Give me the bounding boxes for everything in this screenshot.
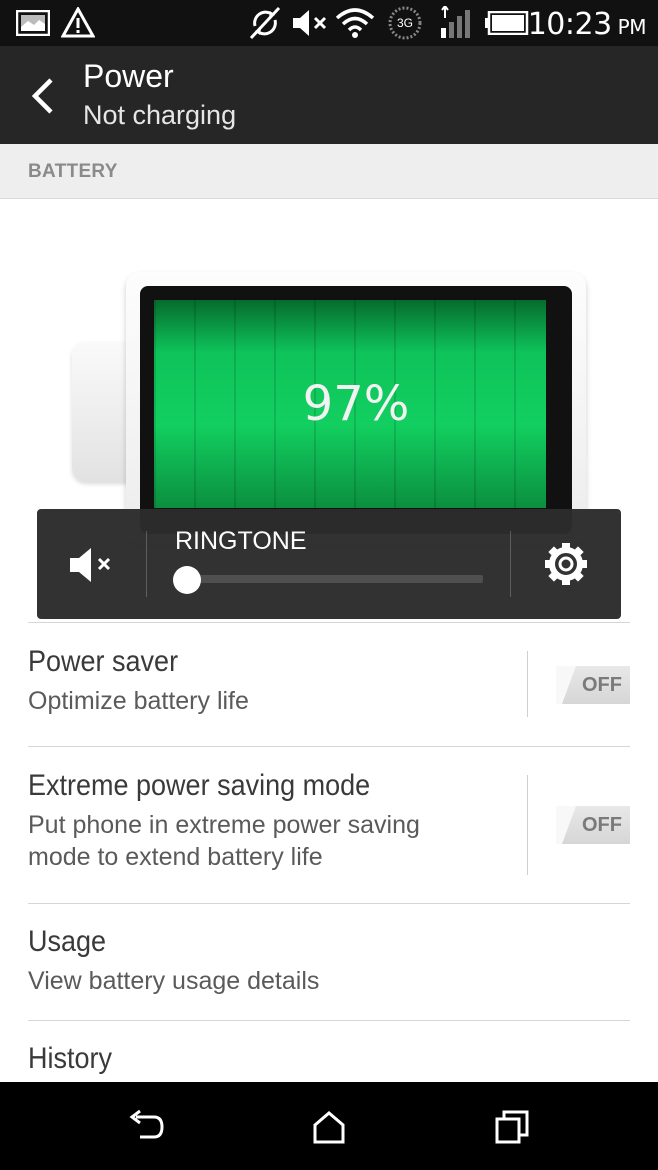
page-title: Power <box>83 58 174 94</box>
gear-icon <box>545 543 587 585</box>
nav-recents-button[interactable] <box>482 1102 542 1152</box>
list-divider <box>28 1020 630 1021</box>
extreme-power-saving-toggle[interactable]: OFF <box>556 806 630 844</box>
status-bar: 3G 10:23 PM <box>0 0 658 46</box>
ringtone-volume-panel: RINGTONE <box>37 509 621 619</box>
action-bar: Power Not charging <box>0 46 658 144</box>
setting-title: Extreme power saving mode <box>28 769 371 802</box>
ringtone-slider-thumb[interactable] <box>173 566 201 594</box>
signal-icon <box>438 6 476 40</box>
battery-percent: 97% <box>302 376 410 432</box>
setting-title: History <box>28 1042 113 1075</box>
mute-icon <box>70 548 111 582</box>
setting-subtitle: Optimize battery life <box>28 687 249 715</box>
section-header: BATTERY <box>0 144 658 199</box>
toggle-divider <box>527 651 528 717</box>
back-icon <box>129 1109 164 1139</box>
setting-title: Usage <box>28 925 107 958</box>
navigation-bar <box>0 1082 658 1170</box>
time-value: 10:23 <box>527 6 612 42</box>
page-subtitle: Not charging <box>83 100 237 130</box>
time-ampm: PM <box>617 15 647 39</box>
ringtone-volume-slider[interactable] <box>187 575 483 583</box>
mute-icon <box>290 6 330 40</box>
list-divider <box>28 746 630 747</box>
power-saver-toggle[interactable]: OFF <box>556 666 630 704</box>
nav-back-button[interactable] <box>116 1102 176 1152</box>
section-header-label: BATTERY <box>28 161 118 182</box>
setting-usage[interactable]: Usage View battery usage details <box>28 925 630 997</box>
setting-subtitle: Put phone in extreme power saving mode t… <box>28 811 420 871</box>
ringtone-settings-button[interactable] <box>541 541 591 587</box>
network-label: 3G <box>396 16 413 30</box>
status-time: 10:23 PM <box>527 4 647 44</box>
setting-title: Power saver <box>28 645 179 678</box>
setting-history[interactable]: History <box>28 1042 630 1076</box>
setting-power-saver[interactable]: Power saver Optimize battery life <box>28 645 630 717</box>
warning-icon <box>60 6 96 40</box>
sync-off-icon <box>246 6 284 40</box>
ringtone-label: RINGTONE <box>175 527 307 555</box>
battery-icon <box>484 6 530 40</box>
battery-screen: 97% <box>140 286 572 534</box>
toggle-label: OFF <box>582 814 622 836</box>
setting-extreme-power-saving[interactable]: Extreme power saving mode Put phone in e… <box>28 769 630 873</box>
gallery-icon <box>14 6 52 40</box>
back-arrow-icon <box>31 78 53 114</box>
network-3g-icon: 3G <box>386 6 424 40</box>
back-button[interactable] <box>18 68 66 124</box>
setting-subtitle: View battery usage details <box>28 967 320 995</box>
toggle-divider <box>527 775 528 875</box>
list-divider <box>28 622 630 623</box>
ringtone-divider <box>146 531 147 597</box>
home-icon <box>313 1111 345 1144</box>
wifi-icon <box>334 6 376 40</box>
toggle-label: OFF <box>582 674 622 696</box>
recents-icon <box>495 1110 529 1144</box>
list-divider <box>28 903 630 904</box>
ringtone-mute-button[interactable] <box>67 545 117 585</box>
nav-home-button[interactable] <box>299 1102 359 1152</box>
ringtone-divider <box>510 531 511 597</box>
